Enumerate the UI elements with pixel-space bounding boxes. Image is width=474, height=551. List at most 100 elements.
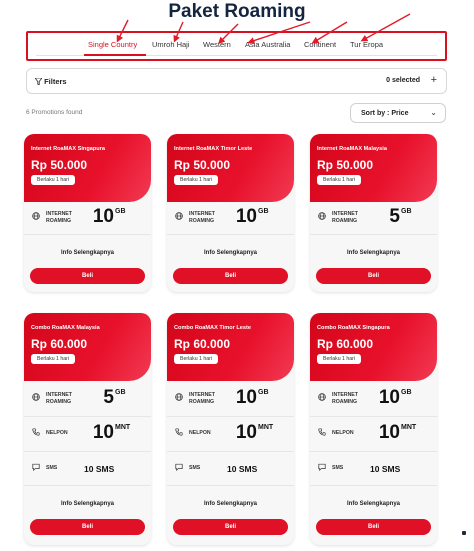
buy-button[interactable]: Beli	[173, 519, 288, 535]
card-header: Internet RoaMAX Malaysia Rp 50.000 Berla…	[310, 134, 437, 202]
feature-unit: GB	[401, 208, 412, 215]
divider	[24, 416, 151, 417]
message-icon	[318, 463, 326, 471]
feature-internet: INTERNET ROAMING 5 GB	[310, 204, 437, 232]
feature-unit: GB	[115, 208, 126, 215]
scroll-top-icon[interactable]	[462, 531, 466, 535]
feature-internet: INTERNET ROAMING 10 GB	[24, 204, 151, 232]
feature-value: 10	[235, 422, 257, 443]
globe-icon	[175, 212, 183, 220]
add-filter-icon[interactable]: +	[431, 74, 437, 86]
divider	[310, 485, 437, 486]
feature-unit: MNT	[401, 424, 417, 431]
feature-value: 10 SMS	[227, 464, 258, 474]
divider	[24, 234, 151, 235]
filters-selected-count: 0 selected	[386, 77, 420, 84]
card-price: Rp 50.000	[317, 158, 374, 172]
feature-unit: MNT	[258, 424, 274, 431]
feature-value: 10	[235, 206, 257, 227]
feature-label: SMS	[46, 465, 58, 471]
feature-label: INTERNET ROAMING	[46, 392, 72, 405]
card-validity-badge: Berlaku 1 hari	[31, 354, 76, 364]
tab-umroh-haji[interactable]: Umroh Haji	[152, 40, 190, 49]
divider	[167, 485, 294, 486]
info-link[interactable]: Info Selengkapnya	[310, 250, 437, 256]
feature-value: 10 SMS	[370, 464, 401, 474]
feature-value: 10	[235, 387, 257, 408]
feature-label: SMS	[189, 465, 201, 471]
active-tab-indicator	[84, 54, 146, 56]
feature-value: 10	[378, 387, 400, 408]
feature-value: 10	[92, 422, 114, 443]
card-title: Internet RoaMAX Malaysia	[317, 146, 387, 152]
info-link[interactable]: Info Selengkapnya	[167, 501, 294, 507]
card-price: Rp 60.000	[31, 337, 88, 351]
filters-text: Filters	[44, 77, 67, 86]
promo-card: Internet RoaMAX Singapura Rp 50.000 Berl…	[24, 134, 151, 292]
buy-button[interactable]: Beli	[173, 268, 288, 284]
buy-button[interactable]: Beli	[316, 268, 431, 284]
card-title: Internet RoaMAX Singapura	[31, 146, 105, 152]
sort-label: Sort by : Price	[361, 110, 409, 117]
globe-icon	[32, 393, 40, 401]
buy-button[interactable]: Beli	[30, 268, 145, 284]
feature-internet: INTERNET ROAMING 10 GB	[167, 204, 294, 232]
feature-unit: GB	[115, 389, 126, 396]
feature-sms: SMS 10 SMS	[24, 455, 151, 483]
promo-card: Internet RoaMAX Malaysia Rp 50.000 Berla…	[310, 134, 437, 292]
feature-internet: INTERNET ROAMING 10 GB	[167, 385, 294, 413]
divider	[167, 416, 294, 417]
feature-value: 5	[103, 387, 114, 408]
feature-label: INTERNET ROAMING	[332, 392, 358, 405]
promo-card: Combo RoaMAX Singapura Rp 60.000 Berlaku…	[310, 313, 437, 545]
feature-label: INTERNET ROAMING	[46, 211, 72, 224]
divider	[167, 234, 294, 235]
card-title: Internet RoaMAX Timor Leste	[174, 146, 253, 152]
feature-call: NELPON 10 MNT	[310, 420, 437, 448]
feature-internet: INTERNET ROAMING 10 GB	[310, 385, 437, 413]
tab-western[interactable]: Western	[203, 40, 231, 49]
sort-dropdown[interactable]: Sort by : Price ⌄	[350, 103, 446, 123]
card-validity-badge: Berlaku 1 hari	[317, 354, 362, 364]
buy-button[interactable]: Beli	[30, 519, 145, 535]
promo-card: Combo RoaMAX Timor Leste Rp 60.000 Berla…	[167, 313, 294, 545]
info-link[interactable]: Info Selengkapnya	[310, 501, 437, 507]
feature-label: NELPON	[46, 430, 68, 436]
tab-asia-australia[interactable]: Asia Australia	[245, 40, 290, 49]
buy-button[interactable]: Beli	[316, 519, 431, 535]
globe-icon	[175, 393, 183, 401]
filters-bar[interactable]: Filters 0 selected +	[26, 68, 447, 94]
promo-card: Internet RoaMAX Timor Leste Rp 50.000 Be…	[167, 134, 294, 292]
divider	[310, 416, 437, 417]
card-title: Combo RoaMAX Singapura	[317, 325, 390, 331]
info-link[interactable]: Info Selengkapnya	[24, 250, 151, 256]
feature-value: 10	[378, 422, 400, 443]
feature-call: NELPON 10 MNT	[24, 420, 151, 448]
divider	[167, 451, 294, 452]
message-icon	[175, 463, 183, 471]
feature-label: NELPON	[189, 430, 211, 436]
feature-unit: GB	[258, 389, 269, 396]
feature-unit: MNT	[115, 424, 131, 431]
tab-single-country[interactable]: Single Country	[88, 40, 137, 49]
card-price: Rp 60.000	[317, 337, 374, 351]
divider	[24, 485, 151, 486]
message-icon	[32, 463, 40, 471]
promo-card: Combo RoaMAX Malaysia Rp 60.000 Berlaku …	[24, 313, 151, 545]
phone-icon	[318, 428, 326, 436]
chevron-down-icon: ⌄	[430, 108, 437, 117]
info-link[interactable]: Info Selengkapnya	[24, 501, 151, 507]
card-header: Combo RoaMAX Timor Leste Rp 60.000 Berla…	[167, 313, 294, 381]
card-header: Combo RoaMAX Singapura Rp 60.000 Berlaku…	[310, 313, 437, 381]
phone-icon	[175, 428, 183, 436]
tab-continent[interactable]: Continent	[304, 40, 336, 49]
card-price: Rp 60.000	[174, 337, 231, 351]
feature-value: 10	[92, 206, 114, 227]
feature-internet: INTERNET ROAMING 5 GB	[24, 385, 151, 413]
feature-call: NELPON 10 MNT	[167, 420, 294, 448]
info-link[interactable]: Info Selengkapnya	[167, 250, 294, 256]
tab-tur-eropa[interactable]: Tur Eropa	[350, 40, 383, 49]
divider	[310, 234, 437, 235]
feature-unit: GB	[258, 208, 269, 215]
card-header: Internet RoaMAX Singapura Rp 50.000 Berl…	[24, 134, 151, 202]
